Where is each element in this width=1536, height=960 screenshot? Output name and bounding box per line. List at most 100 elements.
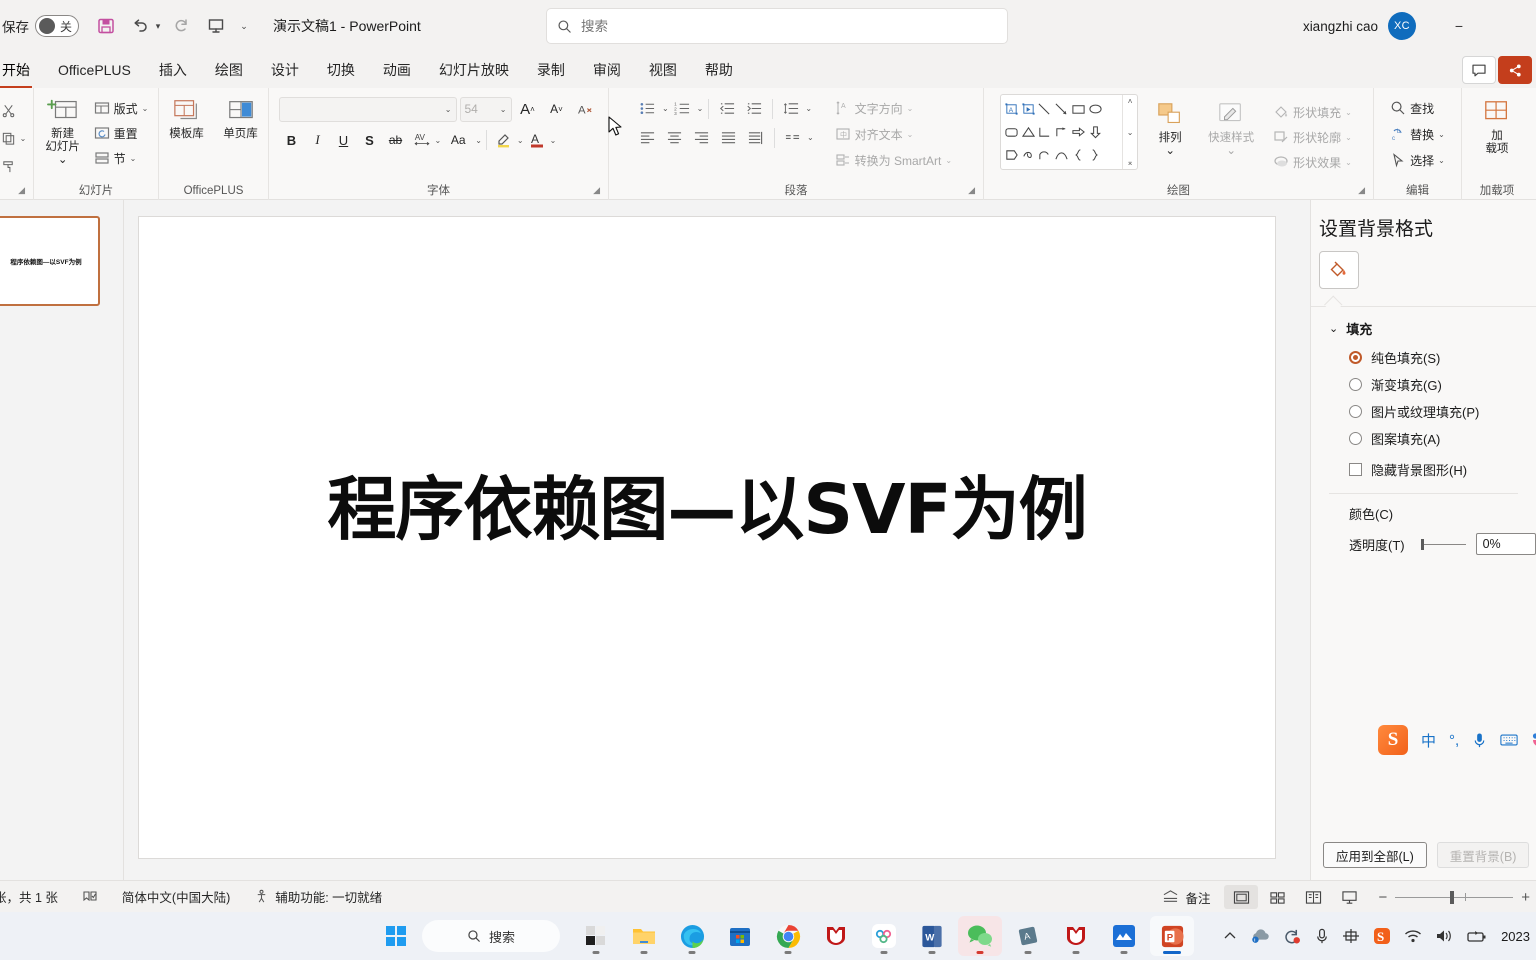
addins-button[interactable]: 加载项 (1473, 96, 1521, 159)
shapes-more-icon[interactable]: ⌅ (1127, 158, 1134, 167)
shape-right-arrow-icon[interactable] (1070, 120, 1087, 143)
mcafee-2-icon[interactable] (1054, 916, 1098, 956)
autosave-control[interactable]: 保存 关 (0, 15, 79, 37)
font-color-chevron-down-icon[interactable]: ⌄ (550, 136, 557, 145)
align-right-button[interactable] (689, 125, 715, 150)
customize-toolbar-chevron-icon[interactable]: ⌄ (237, 21, 251, 32)
shape-arrow-icon[interactable] (1053, 97, 1070, 120)
zoom-slider-knob[interactable] (1450, 890, 1455, 904)
fill-section-header[interactable]: ⌄ 填充 (1311, 307, 1536, 344)
zoom-out-button[interactable]: − (1378, 889, 1387, 906)
align-text-chevron-down-icon[interactable]: ⌄ (907, 130, 914, 139)
search-input[interactable] (581, 18, 997, 34)
onedrive-icon[interactable]: i (1250, 928, 1270, 944)
view-reading-button[interactable] (1296, 885, 1330, 909)
chevron-down-icon[interactable]: ⌄ (1329, 322, 1338, 335)
change-case-chevron-down-icon[interactable]: ⌄ (475, 136, 482, 145)
font-color-button[interactable]: A (524, 127, 550, 153)
smartart-chevron-down-icon[interactable]: ⌄ (945, 156, 952, 165)
new-slide-button[interactable]: 新建 幻灯片 ⌄ (39, 92, 87, 170)
user-account[interactable]: xiangzhi cao XC (1303, 0, 1416, 52)
language-indicator[interactable]: 简体中文(中国大陆) (110, 887, 242, 906)
line-spacing-button[interactable] (778, 96, 804, 121)
shape-down-arrow-icon[interactable] (1087, 120, 1104, 143)
change-case-button[interactable]: Aa (441, 127, 475, 153)
radio-picture-texture-fill-indicator[interactable] (1349, 405, 1362, 418)
text-direction-button[interactable]: A 文字方向 ⌄ (830, 96, 957, 120)
transparency-input[interactable]: 0% (1475, 533, 1536, 555)
sogou-ime-bar[interactable]: S 中 °, (1372, 722, 1536, 758)
shape-effects-button[interactable]: 形状效果 ⌄ (1268, 150, 1357, 174)
task-view-icon[interactable] (574, 916, 618, 956)
view-normal-button[interactable] (1224, 885, 1259, 909)
paragraph-dialog-launcher[interactable]: ◢ (968, 181, 975, 199)
tab-transitions[interactable]: 切换 (315, 56, 367, 84)
tab-record[interactable]: 录制 (525, 56, 577, 84)
tab-review[interactable]: 审阅 (581, 56, 633, 84)
page-library-button[interactable]: 单页库 (217, 94, 265, 144)
sync-recording-icon[interactable] (1283, 928, 1302, 945)
highlight-chevron-down-icon[interactable]: ⌄ (517, 136, 524, 145)
shape-oval-icon[interactable] (1087, 97, 1104, 120)
shape-curve-icon[interactable] (1053, 144, 1070, 167)
shape-effects-chevron-down-icon[interactable]: ⌄ (1345, 158, 1352, 167)
microsoft-store-icon[interactable] (718, 916, 762, 956)
shape-textbox-icon[interactable]: A (1003, 97, 1020, 120)
decrease-indent-button[interactable] (714, 96, 740, 121)
shape-fill-button[interactable]: 形状填充 ⌄ (1268, 100, 1357, 124)
shape-fill-chevron-down-icon[interactable]: ⌄ (1345, 108, 1352, 117)
text-direction-chevron-down-icon[interactable]: ⌄ (907, 104, 914, 113)
numbering-button[interactable]: 123 (670, 96, 696, 121)
battery-icon[interactable] (1466, 928, 1488, 944)
tab-animations[interactable]: 动画 (371, 56, 423, 84)
transparency-slider-thumb[interactable] (1420, 538, 1424, 550)
replace-chevron-down-icon[interactable]: ⌄ (1438, 130, 1445, 139)
shape-elbow-arrow-icon[interactable] (1053, 120, 1070, 143)
columns-button[interactable] (780, 125, 806, 150)
checkbox-hide-bg-graphics[interactable]: 隐藏背景图形(H) (1311, 452, 1536, 483)
paint-bucket-icon[interactable] (1319, 251, 1359, 289)
character-spacing-chevron-down-icon[interactable]: ⌄ (435, 136, 442, 145)
text-shadow-button[interactable]: S (357, 127, 383, 153)
tab-draw[interactable]: 绘图 (203, 56, 255, 84)
layout-chevron-down-icon[interactable]: ⌄ (142, 104, 149, 113)
font-size-chevron-down-icon[interactable]: ⌄ (500, 105, 507, 114)
decrease-font-size-button[interactable]: A ˅ (544, 96, 570, 122)
shapes-scroll-up-icon[interactable]: ˄ (1128, 97, 1133, 106)
slide-count[interactable]: 张，共 1 张 (0, 887, 70, 906)
sogou-logo-icon[interactable]: S (1378, 725, 1408, 755)
cut-icon[interactable] (0, 98, 18, 122)
increase-indent-button[interactable] (741, 96, 767, 121)
radio-solid-fill-indicator[interactable] (1349, 351, 1362, 364)
justify-button[interactable] (716, 125, 742, 150)
edge-icon[interactable] (670, 916, 714, 956)
line-spacing-chevron-down-icon[interactable]: ⌄ (805, 104, 812, 113)
zoom-in-button[interactable]: + (1521, 889, 1530, 906)
share-button[interactable] (1498, 56, 1532, 84)
accessibility-status[interactable]: 辅助功能: 一切就绪 (242, 887, 394, 906)
tab-officeplus[interactable]: OfficePLUS (46, 58, 143, 82)
tab-home[interactable]: 开始 (0, 56, 42, 88)
align-center-button[interactable] (662, 125, 688, 150)
redo-icon[interactable] (165, 9, 199, 43)
character-spacing-button[interactable]: AV (409, 127, 435, 153)
tab-view[interactable]: 视图 (637, 56, 689, 84)
shape-elbow-connector-icon[interactable] (1037, 120, 1054, 143)
radio-gradient-fill-indicator[interactable] (1349, 378, 1362, 391)
checkbox-hide-bg-graphics-indicator[interactable] (1349, 463, 1362, 476)
search-box[interactable] (546, 8, 1008, 44)
apply-to-all-button[interactable]: 应用到全部(L) (1323, 842, 1427, 868)
view-slide-sorter-button[interactable] (1260, 885, 1294, 909)
quick-styles-button[interactable]: 快速样式 ⌄ (1202, 98, 1260, 161)
radio-gradient-fill[interactable]: 渐变填充(G) (1311, 371, 1536, 398)
reset-button[interactable]: 重置 (89, 121, 154, 145)
ime-chinese-icon[interactable] (1342, 927, 1360, 945)
align-left-button[interactable] (635, 125, 661, 150)
italic-button[interactable]: I (305, 127, 331, 153)
autosave-toggle[interactable]: 关 (35, 15, 79, 37)
strikethrough-button[interactable]: ab (383, 127, 409, 153)
shape-rounded-rectangle-icon[interactable] (1003, 120, 1020, 143)
increase-font-size-button[interactable]: A ˄ (515, 96, 541, 122)
distribute-button[interactable] (743, 125, 769, 150)
tab-design[interactable]: 设计 (259, 56, 311, 84)
